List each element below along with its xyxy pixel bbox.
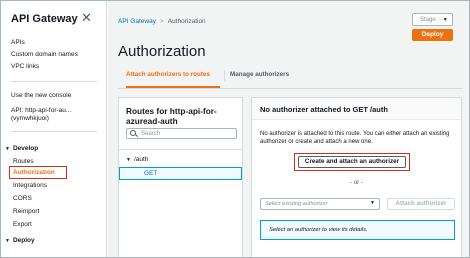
sidebar: API Gateway ✕ APIs Custom domain names V…: [1, 1, 107, 257]
breadcrumb: API Gateway > Authorization: [118, 18, 206, 25]
caret-down-icon: ▼: [370, 200, 375, 206]
sidebar-divider: [11, 81, 97, 82]
sidebar-api-name[interactable]: API: http-api-for-au...: [11, 107, 71, 115]
route-path-auth[interactable]: ▼/auth: [126, 156, 148, 163]
sidebar-item-vpc-links[interactable]: VPC links: [11, 63, 39, 71]
select-placeholder: Select existing authorizer: [265, 201, 328, 207]
sidebar-divider: [11, 131, 97, 132]
sidebar-title: API Gateway: [11, 13, 78, 25]
authorizer-panel-title: No authorizer attached to GET /auth: [260, 105, 388, 114]
authorizer-panel-header: No authorizer attached to GET /auth: [252, 98, 461, 120]
sidebar-item-reimport[interactable]: Reimport: [13, 208, 39, 215]
breadcrumb-current: Authorization: [167, 18, 206, 25]
caret-down-icon: ▼: [126, 157, 131, 163]
divider: [119, 149, 242, 150]
routes-panel: Routes for http-api-for- azuread-auth Se…: [118, 97, 243, 257]
sidebar-item-cors[interactable]: CORS: [13, 195, 32, 202]
existing-authorizer-select[interactable]: Select existing authorizer ▼: [260, 198, 380, 210]
highlight-box: [9, 166, 67, 179]
or-separator: - or -: [350, 180, 363, 186]
breadcrumb-separator: >: [159, 18, 164, 25]
sidebar-group-label: Deploy: [12, 237, 35, 244]
routes-title-line2: azuread-auth: [126, 116, 178, 126]
stage-select-label: Stage: -: [420, 17, 442, 23]
route-path-label: /auth: [133, 156, 149, 163]
breadcrumb-api-gateway[interactable]: API Gateway: [118, 18, 156, 25]
caret-down-icon: ▼: [5, 238, 10, 244]
create-and-attach-authorizer-button[interactable]: Create and attach an authorizer: [298, 156, 406, 168]
stage-select[interactable]: Stage: - ▼: [412, 13, 453, 26]
search-placeholder: Search: [141, 131, 161, 137]
deploy-button[interactable]: Deploy: [412, 29, 453, 41]
attach-authorizer-button[interactable]: Attach authorizer: [387, 198, 455, 210]
page-title: Authorization: [118, 43, 206, 60]
sidebar-item-apis[interactable]: APIs: [11, 39, 25, 47]
sidebar-item-new-console[interactable]: Use the new console: [11, 92, 71, 100]
sidebar-item-custom-domain-names[interactable]: Custom domain names: [11, 51, 78, 59]
routes-title-line1: Routes for http-api-for-: [126, 106, 217, 116]
authorizer-description: No authorizer is attached to this route.…: [260, 131, 450, 145]
sidebar-item-routes[interactable]: Routes: [13, 158, 34, 165]
sidebar-group-deploy[interactable]: ▼ Deploy: [5, 237, 35, 244]
sidebar-api-id: (vymwhkjuoi): [11, 115, 49, 122]
routes-panel-title: Routes for http-api-for- azuread-auth: [126, 106, 217, 126]
search-icon: [130, 130, 136, 136]
sidebar-group-develop[interactable]: ▼ Develop: [5, 145, 38, 152]
authorizer-details-info: Select an authorizer to view its details…: [260, 220, 455, 240]
tab-bar: Attach authorizers to routes Manage auth…: [118, 63, 463, 89]
caret-down-icon: ▼: [442, 17, 448, 23]
close-icon[interactable]: ✕: [81, 10, 92, 26]
sidebar-item-export[interactable]: Export: [13, 221, 32, 228]
active-tab-indicator: [126, 86, 220, 88]
window: API Gateway ✕ APIs Custom domain names V…: [0, 0, 470, 258]
sidebar-group-label: Develop: [12, 145, 39, 152]
search-input[interactable]: Search: [126, 128, 237, 139]
tab-divider: [224, 70, 225, 81]
sidebar-item-integrations[interactable]: Integrations: [13, 182, 47, 189]
main-content: API Gateway > Authorization Stage: - ▼ Dep…: [108, 1, 469, 257]
route-method-get[interactable]: GET: [119, 167, 242, 180]
caret-down-icon: ▼: [5, 146, 10, 152]
authorizer-panel: No authorizer attached to GET /auth No a…: [251, 97, 462, 257]
tab-attach-authorizers[interactable]: Attach authorizers to routes: [126, 71, 210, 78]
tab-manage-authorizers[interactable]: Manage authorizers: [230, 71, 289, 78]
